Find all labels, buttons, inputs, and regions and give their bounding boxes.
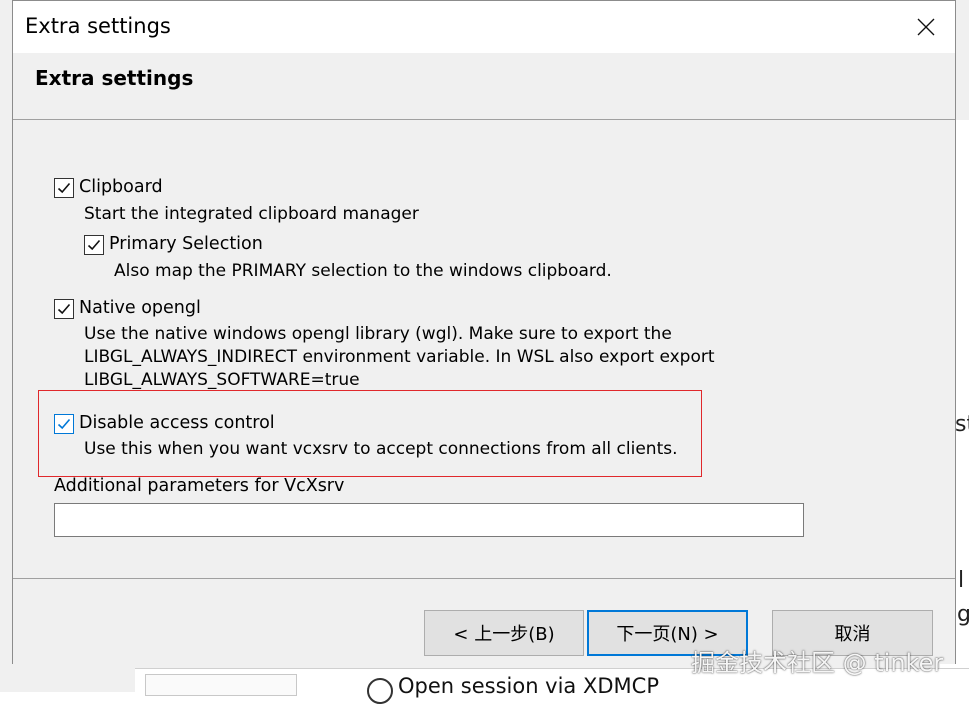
disable-access-control-label: Disable access control (79, 413, 275, 433)
primary-selection-description: Also map the PRIMARY selection to the wi… (114, 261, 612, 281)
background-text-fragment: g (957, 602, 969, 627)
window-title: Extra settings (25, 14, 171, 38)
close-icon (917, 18, 935, 36)
checkmark-icon (57, 182, 71, 194)
checkmark-icon (57, 303, 71, 315)
extra-settings-dialog: Extra settings Extra settings Clipboard … (12, 0, 956, 664)
checkmark-icon (87, 239, 101, 251)
background-text-fragment: st (955, 412, 969, 437)
cancel-button[interactable]: 取消 (772, 610, 933, 656)
back-button[interactable]: < 上一步(B) (424, 610, 584, 656)
close-button[interactable] (897, 1, 955, 53)
page-title: Extra settings (35, 66, 194, 90)
background-radio-button[interactable] (367, 678, 393, 704)
additional-parameters-input[interactable] (54, 503, 804, 537)
clipboard-description: Start the integrated clipboard manager (84, 204, 419, 224)
disable-access-control-description: Use this when you want vcxsrv to accept … (84, 439, 678, 459)
background-text-fragment: l (958, 568, 965, 593)
clipboard-label: Clipboard (79, 177, 163, 197)
primary-selection-label: Primary Selection (109, 234, 263, 254)
native-opengl-description-line: LIBGL_ALWAYS_INDIRECT environment variab… (84, 347, 715, 367)
native-opengl-description-line: Use the native windows opengl library (w… (84, 324, 672, 344)
checkmark-icon (57, 418, 71, 430)
native-opengl-label: Native opengl (79, 298, 201, 318)
clipboard-checkbox[interactable] (54, 178, 74, 198)
background-list-box (145, 674, 297, 696)
native-opengl-description-line: LIBGL_ALWAYS_SOFTWARE=true (84, 370, 360, 390)
native-opengl-checkbox[interactable] (54, 299, 74, 319)
background-radio-label: Open session via XDMCP (398, 674, 659, 698)
wizard-header: Extra settings (13, 53, 955, 120)
primary-selection-checkbox[interactable] (84, 235, 104, 255)
title-bar: Extra settings (13, 1, 955, 53)
additional-parameters-label: Additional parameters for VcXsrv (54, 476, 345, 496)
next-button[interactable]: 下一页(N) > (587, 610, 748, 656)
disable-access-control-checkbox[interactable] (54, 414, 74, 434)
